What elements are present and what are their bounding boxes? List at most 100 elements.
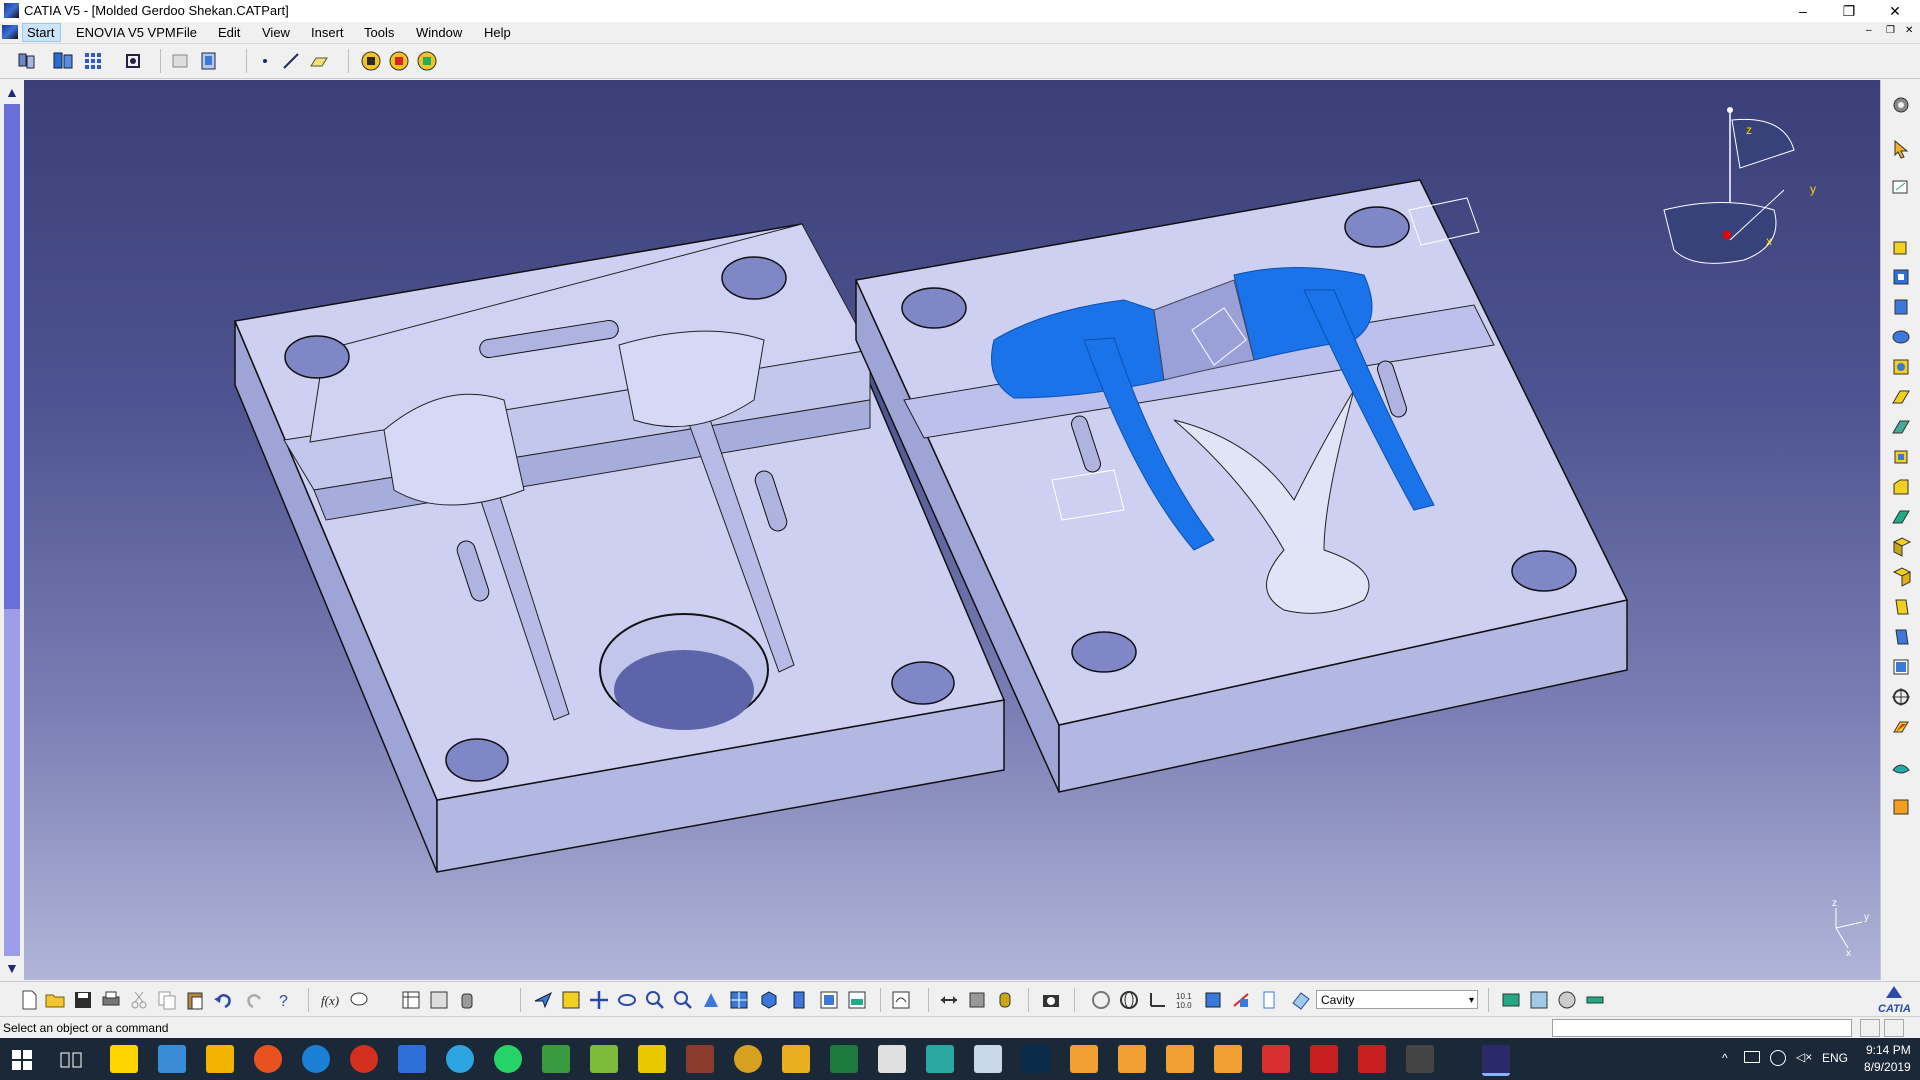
axis-system-icon[interactable] — [1890, 686, 1912, 708]
select-icon[interactable] — [16, 50, 38, 72]
material-combo[interactable]: Cavity ▾ — [1316, 990, 1478, 1009]
doc-restore-icon[interactable]: ❐ — [1886, 25, 1895, 36]
globe-icon[interactable] — [1118, 989, 1140, 1011]
maximize-button[interactable]: ❐ — [1826, 0, 1872, 22]
shaft-icon[interactable] — [1890, 296, 1912, 318]
status-button-2[interactable] — [1884, 1019, 1904, 1037]
p-app-icon[interactable] — [350, 1045, 378, 1073]
swap-space-icon[interactable] — [846, 989, 868, 1011]
shading-icon[interactable] — [788, 989, 810, 1011]
fly-mode-icon[interactable] — [532, 989, 554, 1011]
dx-app-icon[interactable] — [1310, 1045, 1338, 1073]
line-icon[interactable] — [280, 50, 302, 72]
pad-icon[interactable] — [1890, 236, 1912, 258]
menu-enovia[interactable]: ENOVIA V5 VPM — [76, 25, 176, 40]
zoom-out-icon[interactable] — [672, 989, 694, 1011]
thickness-icon[interactable] — [1890, 566, 1912, 588]
sketcher-icon[interactable] — [1890, 176, 1912, 198]
shield-app-icon[interactable] — [398, 1045, 426, 1073]
pan-icon[interactable] — [588, 989, 610, 1011]
clock-time[interactable]: 9:14 PM — [1866, 1043, 1911, 1057]
catia-doc-icon[interactable] — [2, 25, 18, 39]
snap-icon[interactable] — [122, 50, 144, 72]
undo-icon[interactable] — [212, 989, 234, 1011]
close-button[interactable]: ✕ — [1872, 0, 1918, 22]
body-icon[interactable] — [198, 50, 220, 72]
tool-app-icon[interactable] — [1406, 1045, 1434, 1073]
computer-app-icon[interactable] — [158, 1045, 186, 1073]
table-icon[interactable] — [400, 989, 422, 1011]
scroll-down-arrow-icon[interactable]: ▼ — [5, 960, 19, 976]
translate-icon[interactable] — [1890, 716, 1912, 738]
menu-edit[interactable]: Edit — [218, 25, 240, 40]
draft-icon[interactable] — [1890, 506, 1912, 528]
menu-insert[interactable]: Insert — [311, 25, 344, 40]
game-app-icon[interactable] — [686, 1045, 714, 1073]
remove-face-icon[interactable] — [1890, 626, 1912, 648]
knowledge-icon-2[interactable] — [388, 50, 410, 72]
minimize-button[interactable]: – — [1780, 0, 1826, 22]
left-scrollbar[interactable]: ▲ ▼ — [0, 80, 24, 980]
doc-minimize-icon[interactable]: – — [1866, 25, 1872, 36]
filter-icon[interactable] — [1230, 989, 1252, 1011]
menu-tools[interactable]: Tools — [364, 25, 394, 40]
3ds-app-icon[interactable] — [926, 1045, 954, 1073]
telegram-app-icon[interactable] — [446, 1045, 474, 1073]
cut-icon[interactable] — [128, 989, 150, 1011]
zbrush-app-icon[interactable] — [974, 1045, 1002, 1073]
fillet-icon[interactable] — [1890, 446, 1912, 468]
m-app-icon[interactable] — [1214, 1045, 1242, 1073]
slot-icon[interactable] — [1890, 416, 1912, 438]
menu-window[interactable]: Window — [416, 25, 462, 40]
menu-view[interactable]: View — [262, 25, 290, 40]
groove-icon[interactable] — [1890, 326, 1912, 348]
3d-viewport[interactable]: z y x z y x — [24, 80, 1880, 980]
axis-icon[interactable] — [1146, 989, 1168, 1011]
catia-taskbar-icon[interactable] — [1482, 1045, 1510, 1076]
scroll-thumb[interactable] — [4, 104, 20, 609]
shell-icon[interactable] — [1890, 536, 1912, 558]
settings-gear-icon[interactable] — [1890, 94, 1912, 116]
chamfer-icon[interactable] — [1890, 476, 1912, 498]
p3-app-icon[interactable] — [1118, 1045, 1146, 1073]
material-icon[interactable] — [1290, 989, 1312, 1011]
knowledge-icon-1[interactable] — [360, 50, 382, 72]
render-icon-4[interactable] — [1584, 989, 1606, 1011]
print-icon[interactable] — [100, 989, 122, 1011]
z-app-icon[interactable] — [638, 1045, 666, 1073]
hole-icon[interactable] — [1890, 356, 1912, 378]
render-icon-2[interactable] — [1528, 989, 1550, 1011]
menu-file[interactable]: File — [176, 25, 197, 40]
whats-this-icon[interactable]: ? — [274, 989, 296, 1011]
compass-widget[interactable]: z y x — [1663, 107, 1816, 264]
windows-start-icon[interactable] — [12, 1050, 32, 1070]
media-app-icon[interactable] — [734, 1045, 762, 1073]
task-view-icon[interactable] — [60, 1050, 82, 1070]
camera-icon[interactable] — [1040, 989, 1062, 1011]
scroll-up-arrow-icon[interactable]: ▲ — [5, 84, 19, 100]
menu-start[interactable]: Start — [22, 23, 62, 42]
multi-view-icon[interactable] — [728, 989, 750, 1011]
analysis-icon[interactable] — [428, 989, 450, 1011]
menu-help[interactable]: Help — [484, 25, 511, 40]
update-icon[interactable] — [890, 989, 912, 1011]
status-button-1[interactable] — [1860, 1019, 1880, 1037]
catalog-icon[interactable] — [52, 50, 74, 72]
rib-icon[interactable] — [1890, 386, 1912, 408]
scale-icon[interactable]: 10.110.0 — [1174, 989, 1196, 1011]
battery-icon[interactable] — [1744, 1051, 1760, 1063]
spin-icon[interactable] — [1090, 989, 1112, 1011]
inertia-icon[interactable] — [994, 989, 1016, 1011]
tray-expand-icon[interactable]: ^ — [1722, 1051, 1728, 1065]
command-input[interactable] — [1552, 1019, 1852, 1037]
ungrouped-icon[interactable] — [170, 50, 192, 72]
edge-app-icon[interactable] — [302, 1045, 330, 1073]
layers-app-icon[interactable] — [590, 1045, 618, 1073]
hide-show-icon[interactable] — [818, 989, 840, 1011]
zoom-in-icon[interactable] — [644, 989, 666, 1011]
calculator-app-icon[interactable] — [878, 1045, 906, 1073]
whatsapp-app-icon[interactable] — [494, 1045, 522, 1073]
plane-icon[interactable] — [308, 50, 330, 72]
search-app-icon[interactable] — [1262, 1045, 1290, 1073]
doc-close-icon[interactable]: ✕ — [1905, 25, 1913, 36]
